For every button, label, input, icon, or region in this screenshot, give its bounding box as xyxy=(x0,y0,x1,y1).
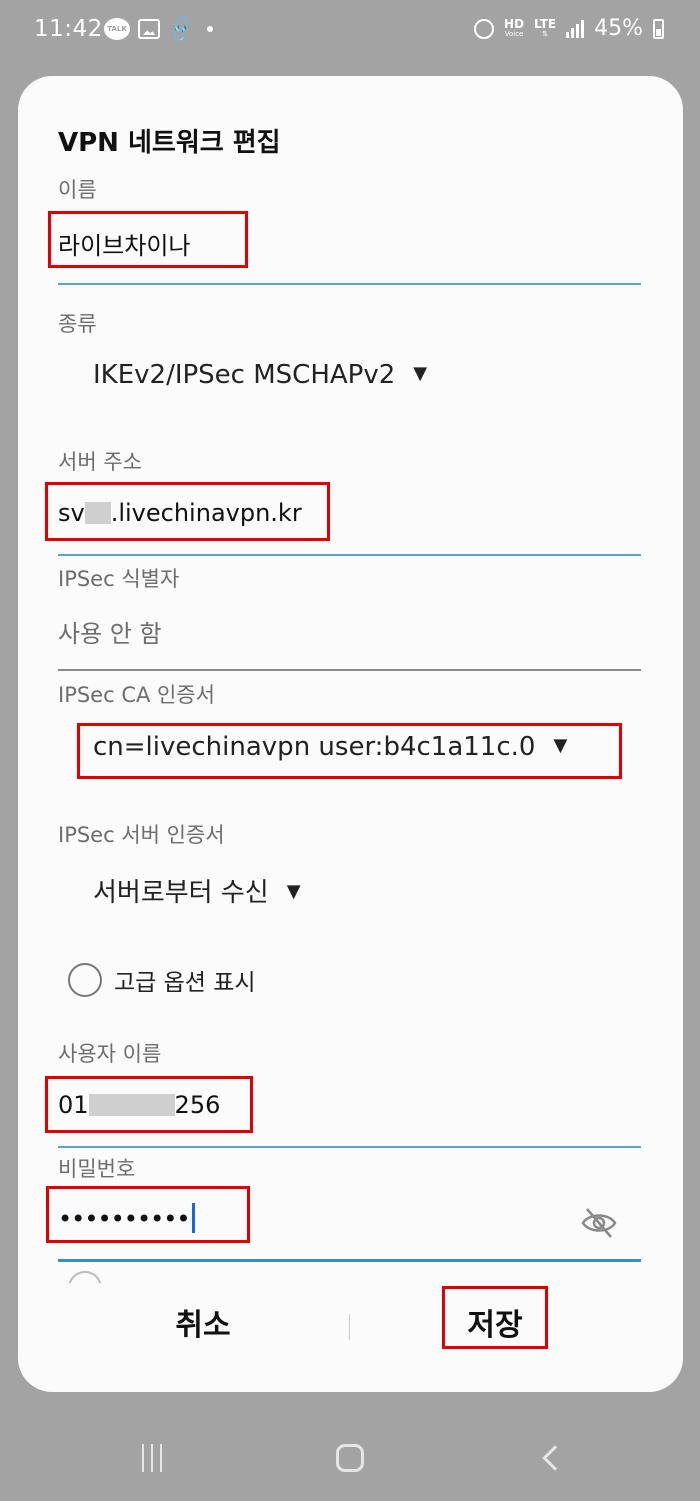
voice-label: Voice xyxy=(504,29,524,38)
ipsec-server-cert-value: 서버로부터 수신 xyxy=(93,878,269,908)
ipsec-id-underline xyxy=(58,669,641,671)
talk-icon: TALK xyxy=(104,18,130,40)
navigation-bar xyxy=(0,1420,700,1501)
scroll-peek-row xyxy=(58,1271,641,1283)
password-label: 비밀번호 xyxy=(58,1157,136,1181)
eye-off-icon[interactable] xyxy=(580,1204,618,1242)
alarm-icon xyxy=(474,18,495,39)
notification-icons: TALK 🔗 xyxy=(104,12,213,46)
peek-radio xyxy=(68,1271,102,1283)
username-label: 사용자 이름 xyxy=(58,1042,162,1066)
ipsec-ca-highlight xyxy=(77,723,622,779)
ipsec-id-label: IPSec 식별자 xyxy=(58,567,180,591)
paperclip-icon: 🔗 xyxy=(163,12,198,46)
advanced-options-label: 고급 옵션 표시 xyxy=(114,970,256,996)
ipsec-server-cert-dropdown[interactable]: 서버로부터 수신 ▼ xyxy=(93,872,301,909)
vpn-edit-dialog: VPN 네트워크 편집 이름 라이브차이나 종류 IKEv2/IPSec MSC… xyxy=(18,76,683,1392)
username-underline xyxy=(58,1146,641,1148)
home-icon[interactable] xyxy=(336,1444,364,1472)
type-dropdown[interactable]: IKEv2/IPSec MSCHAPv2 ▼ xyxy=(93,360,427,390)
dialog-buttons: 취소 저장 xyxy=(18,1286,683,1366)
server-underline xyxy=(58,554,641,556)
status-bar: 11:42 TALK 🔗 HD Voice LTE ⇅ 45% xyxy=(0,0,700,60)
triangle-down-icon: ▼ xyxy=(286,881,301,902)
save-highlight xyxy=(442,1286,548,1349)
back-icon[interactable] xyxy=(542,1445,568,1471)
status-time: 11:42 xyxy=(34,16,103,42)
ipsec-server-cert-label: IPSec 서버 인증서 xyxy=(58,823,225,847)
type-value: IKEv2/IPSec MSCHAPv2 xyxy=(93,360,396,390)
cancel-button[interactable]: 취소 xyxy=(138,1300,268,1344)
ipsec-id-input[interactable]: 사용 안 함 xyxy=(58,614,162,649)
password-highlight xyxy=(46,1186,250,1243)
triangle-down-icon: ▼ xyxy=(413,363,428,384)
password-underline xyxy=(58,1259,641,1262)
gallery-icon xyxy=(138,19,160,39)
button-divider xyxy=(349,1314,350,1340)
advanced-options-toggle[interactable]: 고급 옵션 표시 xyxy=(68,963,256,997)
name-underline xyxy=(58,283,641,285)
battery-icon xyxy=(653,18,664,39)
advanced-options-checkbox[interactable] xyxy=(68,963,102,997)
system-icons: HD Voice LTE ⇅ 45% xyxy=(474,16,664,41)
dialog-title: VPN 네트워크 편집 xyxy=(58,128,281,158)
battery-percent: 45% xyxy=(594,16,643,41)
recent-apps-icon[interactable] xyxy=(142,1444,162,1472)
server-label: 서버 주소 xyxy=(58,450,142,474)
type-label: 종류 xyxy=(58,312,97,336)
hd-voice-icon: HD Voice xyxy=(504,18,524,39)
name-highlight xyxy=(48,211,248,268)
server-highlight xyxy=(45,482,330,541)
name-label: 이름 xyxy=(58,178,97,202)
lte-icon: LTE ⇅ xyxy=(534,16,557,38)
signal-icon xyxy=(566,19,585,38)
username-highlight xyxy=(45,1076,253,1133)
more-notifications-icon xyxy=(206,26,213,32)
ipsec-ca-label: IPSec CA 인증서 xyxy=(58,683,215,707)
